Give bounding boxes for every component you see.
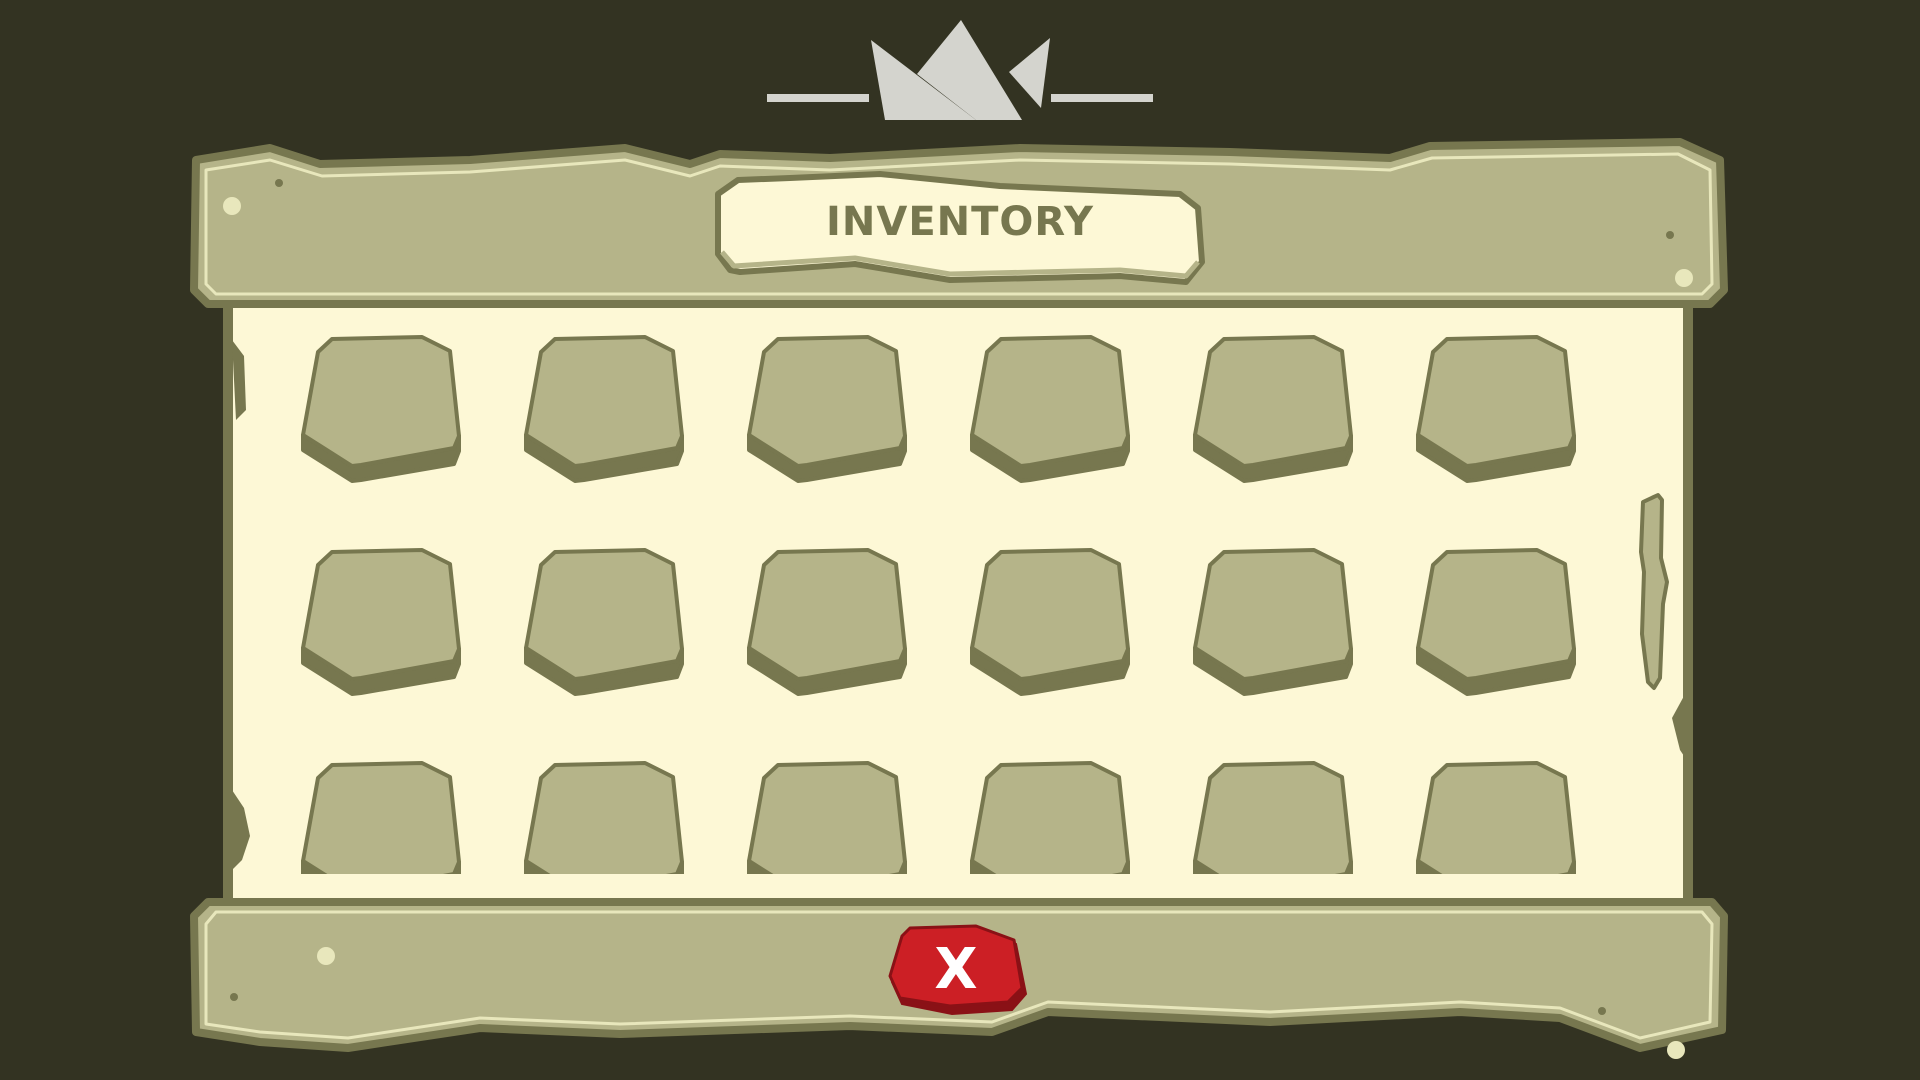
inventory-slot[interactable] <box>1416 761 1576 874</box>
slot-body <box>747 335 907 468</box>
slot-body <box>1193 548 1353 681</box>
inventory-slot[interactable] <box>524 335 684 483</box>
plank-rivet <box>223 197 241 215</box>
close-label: X <box>934 937 978 1002</box>
slot-body <box>970 761 1130 874</box>
slot-body <box>1416 548 1576 681</box>
inventory-slot[interactable] <box>1193 548 1353 696</box>
slot-body <box>970 335 1130 468</box>
scrollbar-thumb <box>1639 493 1669 690</box>
slot-body <box>301 761 461 874</box>
inventory-slot[interactable] <box>970 761 1130 874</box>
slot-body <box>1416 761 1576 874</box>
window-title: INVENTORY <box>826 199 1094 245</box>
inventory-slot[interactable] <box>1193 761 1353 874</box>
slot-body <box>1193 335 1353 468</box>
plank-rivet <box>1675 269 1693 287</box>
slot-body <box>301 335 461 468</box>
plank-rivet <box>230 993 238 1001</box>
inventory-slot[interactable] <box>747 335 907 483</box>
plank-rivet <box>1598 1007 1606 1015</box>
close-button[interactable]: X <box>886 924 1034 1016</box>
inventory-grid <box>296 326 1636 874</box>
inventory-slot[interactable] <box>1416 548 1576 696</box>
slot-body <box>1193 761 1353 874</box>
inventory-slot[interactable] <box>747 548 907 696</box>
slot-body <box>524 335 684 468</box>
inventory-slot[interactable] <box>301 335 461 483</box>
inventory-slot[interactable] <box>524 548 684 696</box>
scrollbar[interactable] <box>1636 312 1680 872</box>
slot-body <box>747 761 907 874</box>
inventory-slot[interactable] <box>524 761 684 874</box>
plank-rivet <box>275 179 283 187</box>
plank-rivet <box>1667 1041 1685 1059</box>
slot-body <box>524 761 684 874</box>
inventory-slot[interactable] <box>970 548 1130 696</box>
inventory-slot[interactable] <box>1193 335 1353 483</box>
crown-icon <box>767 20 1153 120</box>
slot-body <box>1416 335 1576 468</box>
plank-rivet <box>1666 231 1674 239</box>
inventory-slot[interactable] <box>1416 335 1576 483</box>
slot-body <box>970 548 1130 681</box>
slot-body <box>301 548 461 681</box>
plank-rivet <box>317 947 335 965</box>
inventory-slot[interactable] <box>747 761 907 874</box>
inventory-slot[interactable] <box>970 335 1130 483</box>
inventory-slot[interactable] <box>301 548 461 696</box>
slot-body <box>524 548 684 681</box>
inventory-screen: INVENTORY X <box>0 0 1920 1080</box>
inventory-slot[interactable] <box>301 761 461 874</box>
slot-body <box>747 548 907 681</box>
